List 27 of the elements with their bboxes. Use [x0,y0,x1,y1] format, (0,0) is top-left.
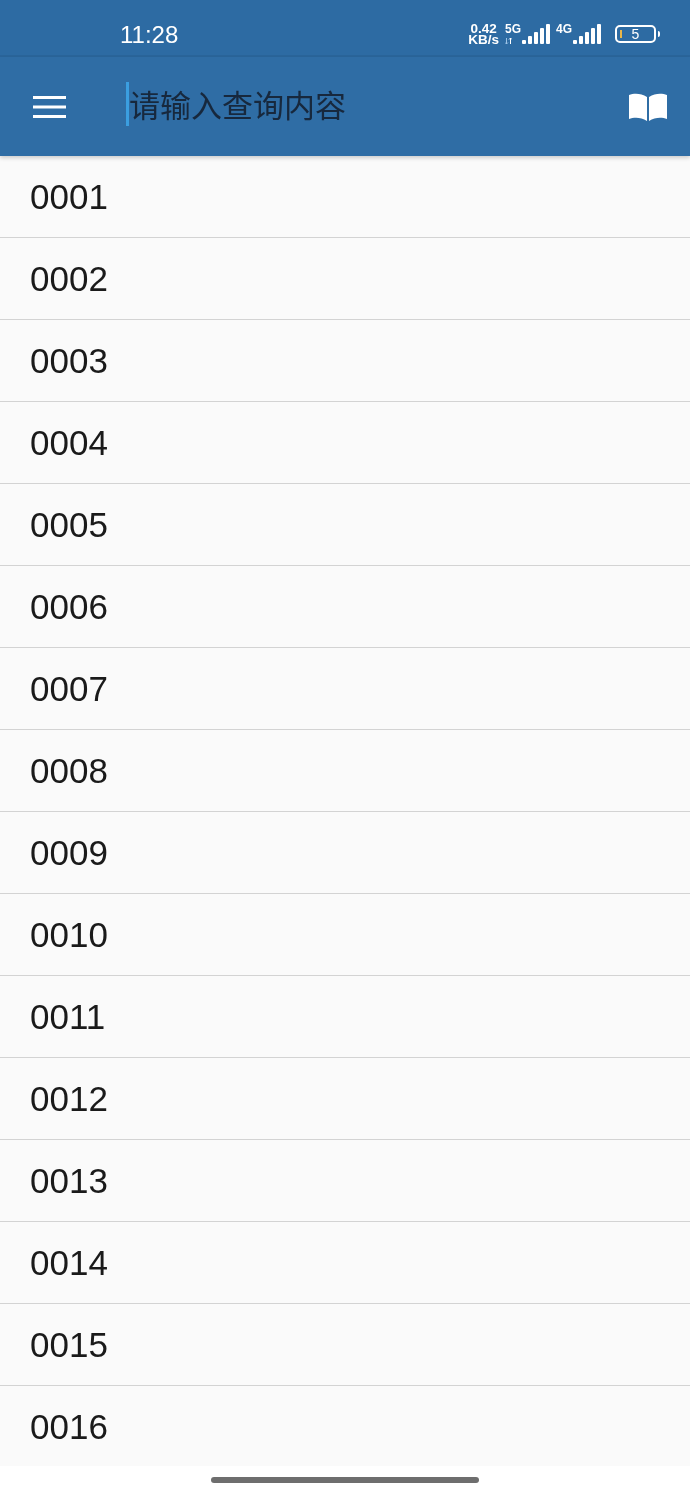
list-item[interactable]: 0004 [0,402,690,484]
status-time: 11:28 [120,19,179,49]
network-type: 5G [504,23,521,35]
list-item[interactable]: 0008 [0,730,690,812]
list-item[interactable]: 0013 [0,1140,690,1222]
list-item[interactable]: 0002 [0,238,690,320]
book-button[interactable] [628,91,668,122]
network-type: 4G [556,23,572,35]
list-item[interactable]: 0015 [0,1304,690,1386]
list-item[interactable]: 0006 [0,566,690,648]
battery-percent: 5 [631,26,640,41]
network-speed: 0.42 [470,22,497,34]
list-item[interactable]: 0011 [0,976,690,1058]
list-item[interactable]: 0003 [0,320,690,402]
list-item[interactable]: 0010 [0,894,690,976]
network-speed-unit: KB/s [468,33,499,45]
menu-button[interactable] [33,95,66,118]
book-icon [628,91,668,122]
text-cursor-icon [126,81,129,126]
signal-bars-icon [522,23,550,44]
list-item[interactable]: 0007 [0,648,690,730]
list-item[interactable]: 0009 [0,812,690,894]
list-item[interactable]: 0014 [0,1222,690,1304]
list-item[interactable]: 0012 [0,1058,690,1140]
list-item[interactable]: 0001 [0,156,690,238]
menu-icon [33,95,66,118]
list-item[interactable]: 0005 [0,484,690,566]
